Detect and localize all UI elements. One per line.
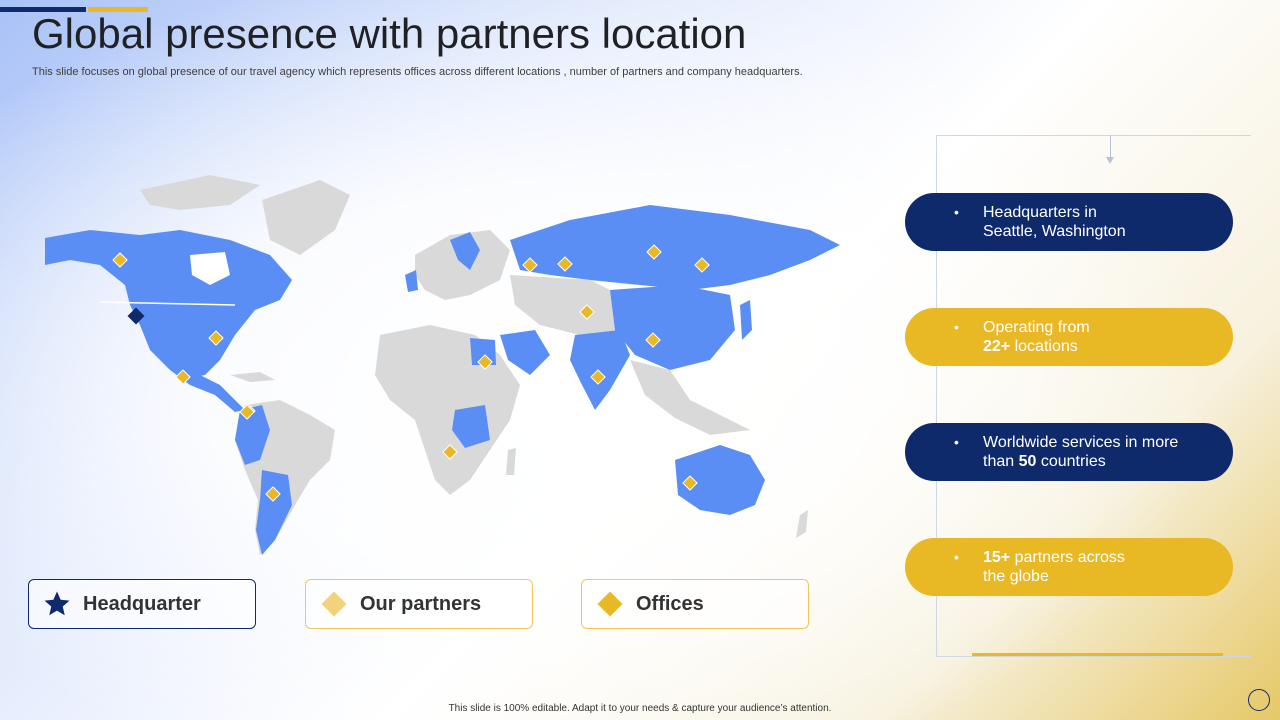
- card-line-head: than: [983, 453, 1019, 470]
- star-icon: [37, 584, 77, 624]
- connector-arrowhead: [1106, 157, 1114, 164]
- info-card-countries: • Worldwide services in more than 50 cou…: [905, 423, 1233, 481]
- legend-label: Offices: [636, 592, 704, 615]
- map-region-india: [570, 330, 630, 410]
- legend-headquarter: Headquarter: [28, 579, 256, 629]
- card-line: than 50 countries: [983, 452, 1178, 471]
- legend-label: Our partners: [360, 592, 482, 615]
- legend-offices: Offices: [581, 579, 809, 629]
- info-card-partners: • 15+ partners across the globe: [905, 538, 1233, 596]
- card-line: Operating from: [983, 319, 1090, 336]
- diamond-icon: [314, 584, 354, 624]
- footer-note: This slide is 100% editable. Adapt it to…: [448, 703, 832, 714]
- map-region-greenland: [262, 180, 350, 255]
- card-line: the globe: [983, 568, 1049, 585]
- map-region-southeast-asia: [630, 360, 750, 435]
- legend-label: Headquarter: [83, 592, 201, 615]
- card-line: Headquarters in: [983, 204, 1097, 221]
- map-region-madagascar: [506, 448, 516, 475]
- bullet: •: [954, 204, 959, 220]
- map-region-japan: [740, 300, 752, 340]
- bullet: •: [954, 549, 959, 565]
- map-region-arctic-islands: [140, 175, 260, 210]
- map-region-russia: [510, 205, 840, 290]
- gold-underline: [972, 653, 1223, 656]
- card-line: 22+ locations: [983, 337, 1090, 356]
- card-line-tail: partners across: [1010, 549, 1125, 566]
- card-text: Headquarters in Seattle, Washington: [983, 203, 1126, 241]
- info-card-headquarters: • Headquarters in Seattle, Washington: [905, 193, 1233, 251]
- map-region-uk: [405, 270, 418, 292]
- page-subtitle: This slide focuses on global presence of…: [32, 66, 803, 78]
- diamond-icon: [590, 584, 630, 624]
- card-line: 15+ partners across: [983, 548, 1125, 567]
- card-line: Seattle, Washington: [983, 223, 1126, 240]
- card-line-tail: countries: [1036, 453, 1106, 470]
- map-region-caribbean: [230, 372, 275, 382]
- info-card-locations: • Operating from 22+ locations: [905, 308, 1233, 366]
- card-text: 15+ partners across the globe: [983, 548, 1125, 586]
- map-region-china: [610, 285, 735, 370]
- map-region-africa: [375, 325, 520, 495]
- legend-partners: Our partners: [305, 579, 533, 629]
- world-map: [45, 175, 840, 555]
- nav-circle-button[interactable]: [1248, 689, 1270, 711]
- card-line-tail: locations: [1010, 338, 1078, 355]
- card-highlight: 50: [1018, 453, 1037, 470]
- bullet: •: [954, 434, 959, 450]
- map-region-argentina-chile: [256, 470, 292, 555]
- map-region-new-zealand: [796, 510, 808, 538]
- card-highlight: 15+: [983, 549, 1011, 566]
- bullet: •: [954, 319, 959, 335]
- card-line: Worldwide services in more: [983, 434, 1179, 451]
- card-highlight: 22+: [983, 338, 1011, 355]
- card-text: Operating from 22+ locations: [983, 318, 1090, 356]
- card-text: Worldwide services in more than 50 count…: [983, 433, 1178, 471]
- page-title: Global presence with partners location: [32, 10, 747, 57]
- connector-arrow-line: [1110, 135, 1111, 159]
